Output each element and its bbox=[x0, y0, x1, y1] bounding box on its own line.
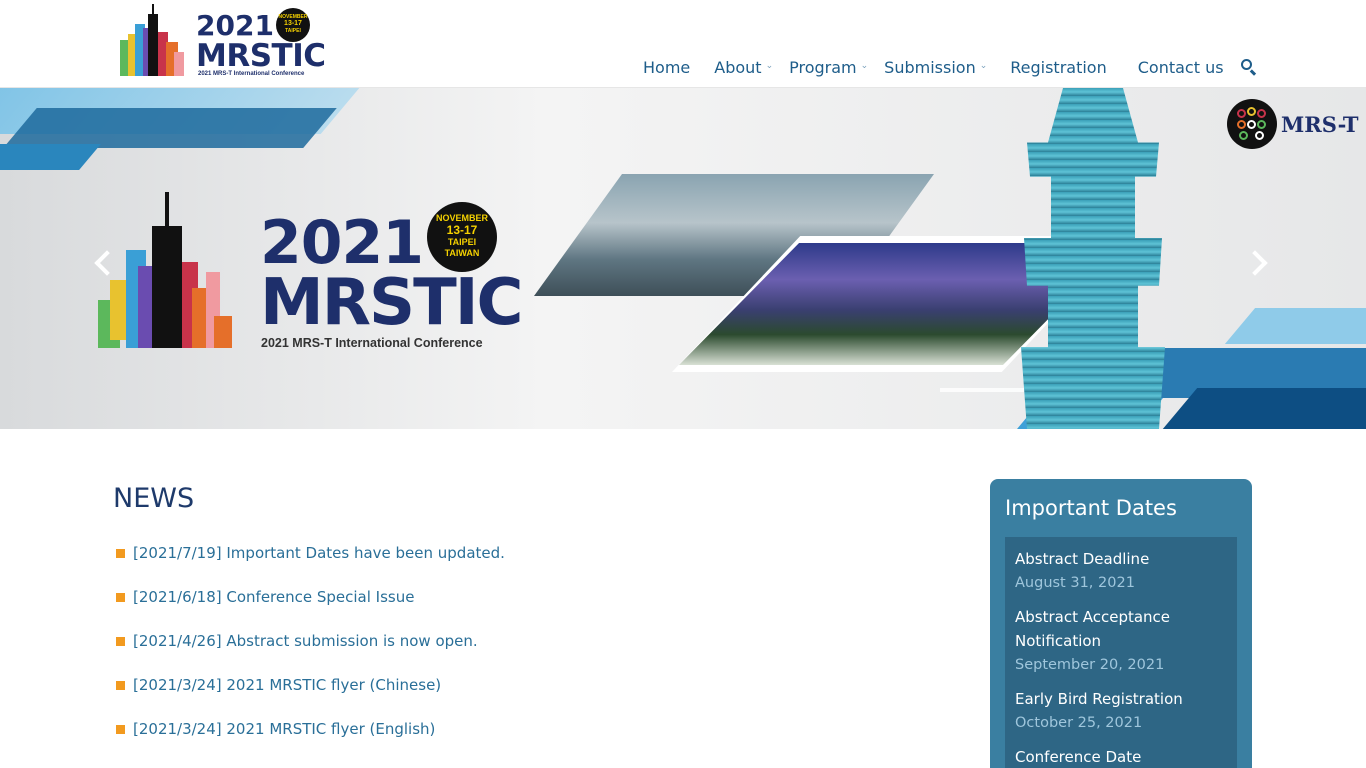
logo-name: MRSTIC bbox=[196, 38, 326, 74]
square-bullet-icon bbox=[116, 637, 125, 646]
main-nav: Home About ⌄ Program ⌄ Submission ⌄ Regi… bbox=[628, 54, 1258, 80]
taipei-101-logo-icon bbox=[98, 192, 232, 348]
search-icon-ring bbox=[1240, 59, 1252, 70]
nav-program-label: Program bbox=[789, 57, 857, 77]
news-link[interactable]: [2021/3/24] 2021 MRSTIC flyer (English) bbox=[133, 716, 435, 742]
news-link[interactable]: [2021/7/19] Important Dates have been up… bbox=[133, 540, 505, 566]
nav-registration-label: Registration bbox=[1010, 57, 1107, 77]
nav-about-label: About bbox=[714, 57, 762, 77]
decor-band bbox=[1162, 388, 1366, 429]
square-bullet-icon bbox=[116, 725, 125, 734]
search-icon[interactable] bbox=[1240, 58, 1258, 76]
logo-year: 2021 bbox=[196, 9, 274, 42]
badge-dates: 13-17 bbox=[446, 223, 478, 237]
logo-subtitle: 2021 MRS-T International Conference bbox=[198, 71, 305, 77]
chevron-down-icon: ⌄ bbox=[860, 61, 869, 71]
news-heading: NEWS bbox=[113, 483, 195, 514]
decor-band bbox=[1224, 308, 1366, 344]
news-list: [2021/7/19] Important Dates have been up… bbox=[116, 540, 505, 760]
nav-registration[interactable]: Registration bbox=[995, 54, 1122, 80]
date-entry: Conference Date bbox=[1015, 745, 1227, 768]
emblem-dot bbox=[1237, 120, 1246, 129]
chevron-down-icon: ⌄ bbox=[979, 61, 988, 71]
emblem-dot bbox=[1247, 107, 1256, 116]
badge-country: TAIWAN bbox=[444, 248, 480, 258]
news-item[interactable]: [2021/6/18] Conference Special Issue bbox=[116, 584, 505, 628]
square-bullet-icon bbox=[116, 549, 125, 558]
emblem-dot bbox=[1237, 109, 1246, 118]
news-link[interactable]: [2021/6/18] Conference Special Issue bbox=[133, 584, 414, 610]
square-bullet-icon bbox=[116, 681, 125, 690]
banner-name: MRSTIC bbox=[260, 266, 523, 340]
badge-city: TAIPEI bbox=[285, 28, 301, 34]
nav-submission[interactable]: Submission ⌄ bbox=[876, 54, 995, 80]
date-label: Early Bird Registration bbox=[1015, 690, 1183, 708]
chevron-left-icon[interactable] bbox=[92, 248, 114, 278]
mrs-t-emblem-icon bbox=[1227, 99, 1277, 149]
site-logo[interactable]: 2021 MRSTIC 2021 MRS-T International Con… bbox=[120, 4, 326, 80]
important-dates-list: Abstract Deadline August 31, 2021 Abstra… bbox=[1005, 537, 1237, 768]
date-label: Abstract Deadline bbox=[1015, 550, 1150, 568]
news-item[interactable]: [2021/4/26] Abstract submission is now o… bbox=[116, 628, 505, 672]
emblem-dot bbox=[1257, 120, 1266, 129]
decor-band bbox=[3, 108, 337, 148]
nav-home[interactable]: Home bbox=[628, 54, 706, 80]
nav-submission-label: Submission bbox=[884, 57, 976, 77]
taipei-101-logo-icon bbox=[120, 4, 184, 76]
badge-city: TAIPEI bbox=[447, 237, 477, 247]
chevron-down-icon: ⌄ bbox=[765, 61, 774, 71]
square-bullet-icon bbox=[116, 593, 125, 602]
decor-line bbox=[940, 388, 1030, 392]
nav-contact-label: Contact us bbox=[1137, 57, 1224, 77]
nav-home-label: Home bbox=[643, 57, 691, 77]
banner-conference-logo: 2021 MRSTIC 2021 MRS-T International Con… bbox=[98, 192, 523, 352]
important-dates-panel: Important Dates Abstract Deadline August… bbox=[990, 479, 1252, 768]
emblem-dot bbox=[1257, 109, 1266, 118]
mrs-t-partner-logo[interactable]: MRS-T bbox=[1227, 99, 1359, 149]
decor-band bbox=[0, 144, 101, 170]
mrs-t-text: MRS-T bbox=[1281, 111, 1359, 137]
date-value: August 31, 2021 bbox=[1015, 575, 1135, 591]
hero-banner: 2021 MRSTIC 2021 MRS-T International Con… bbox=[0, 88, 1366, 429]
emblem-dot bbox=[1255, 131, 1264, 140]
nav-program[interactable]: Program ⌄ bbox=[781, 54, 876, 80]
search-icon-handle bbox=[1249, 69, 1256, 76]
date-entry: Early Bird Registration October 25, 2021 bbox=[1015, 687, 1227, 735]
banner-date-badge: NOVEMBER 13-17 TAIPEI TAIWAN bbox=[427, 202, 497, 272]
emblem-dot bbox=[1239, 131, 1248, 140]
important-dates-title: Important Dates bbox=[1005, 496, 1177, 520]
news-item[interactable]: [2021/7/19] Important Dates have been up… bbox=[116, 540, 505, 584]
nav-about[interactable]: About ⌄ bbox=[706, 54, 781, 80]
badge-dates: 13-17 bbox=[284, 20, 302, 27]
taipei-101-building-image bbox=[1021, 88, 1165, 429]
news-link[interactable]: [2021/4/26] Abstract submission is now o… bbox=[133, 628, 478, 654]
news-item[interactable]: [2021/3/24] 2021 MRSTIC flyer (English) bbox=[116, 716, 505, 760]
news-link[interactable]: [2021/3/24] 2021 MRSTIC flyer (Chinese) bbox=[133, 672, 441, 698]
emblem-dot bbox=[1247, 120, 1256, 129]
news-item[interactable]: [2021/3/24] 2021 MRSTIC flyer (Chinese) bbox=[116, 672, 505, 716]
chevron-right-icon[interactable] bbox=[1248, 248, 1270, 278]
nav-contact[interactable]: Contact us bbox=[1123, 54, 1236, 80]
logo-date-badge: NOVEMBER 13-17 TAIPEI bbox=[276, 8, 310, 42]
date-entry: Abstract Deadline August 31, 2021 bbox=[1015, 547, 1227, 595]
date-entry: Abstract Acceptance Notification Septemb… bbox=[1015, 605, 1227, 677]
banner-year: 2021 bbox=[260, 208, 424, 278]
date-value: September 20, 2021 bbox=[1015, 657, 1165, 673]
site-header: 2021 MRSTIC 2021 MRS-T International Con… bbox=[0, 0, 1366, 88]
date-value: October 25, 2021 bbox=[1015, 715, 1143, 731]
date-label: Abstract Acceptance Notification bbox=[1015, 608, 1171, 650]
banner-subtitle: 2021 MRS-T International Conference bbox=[261, 336, 483, 350]
date-label: Conference Date bbox=[1015, 748, 1142, 766]
